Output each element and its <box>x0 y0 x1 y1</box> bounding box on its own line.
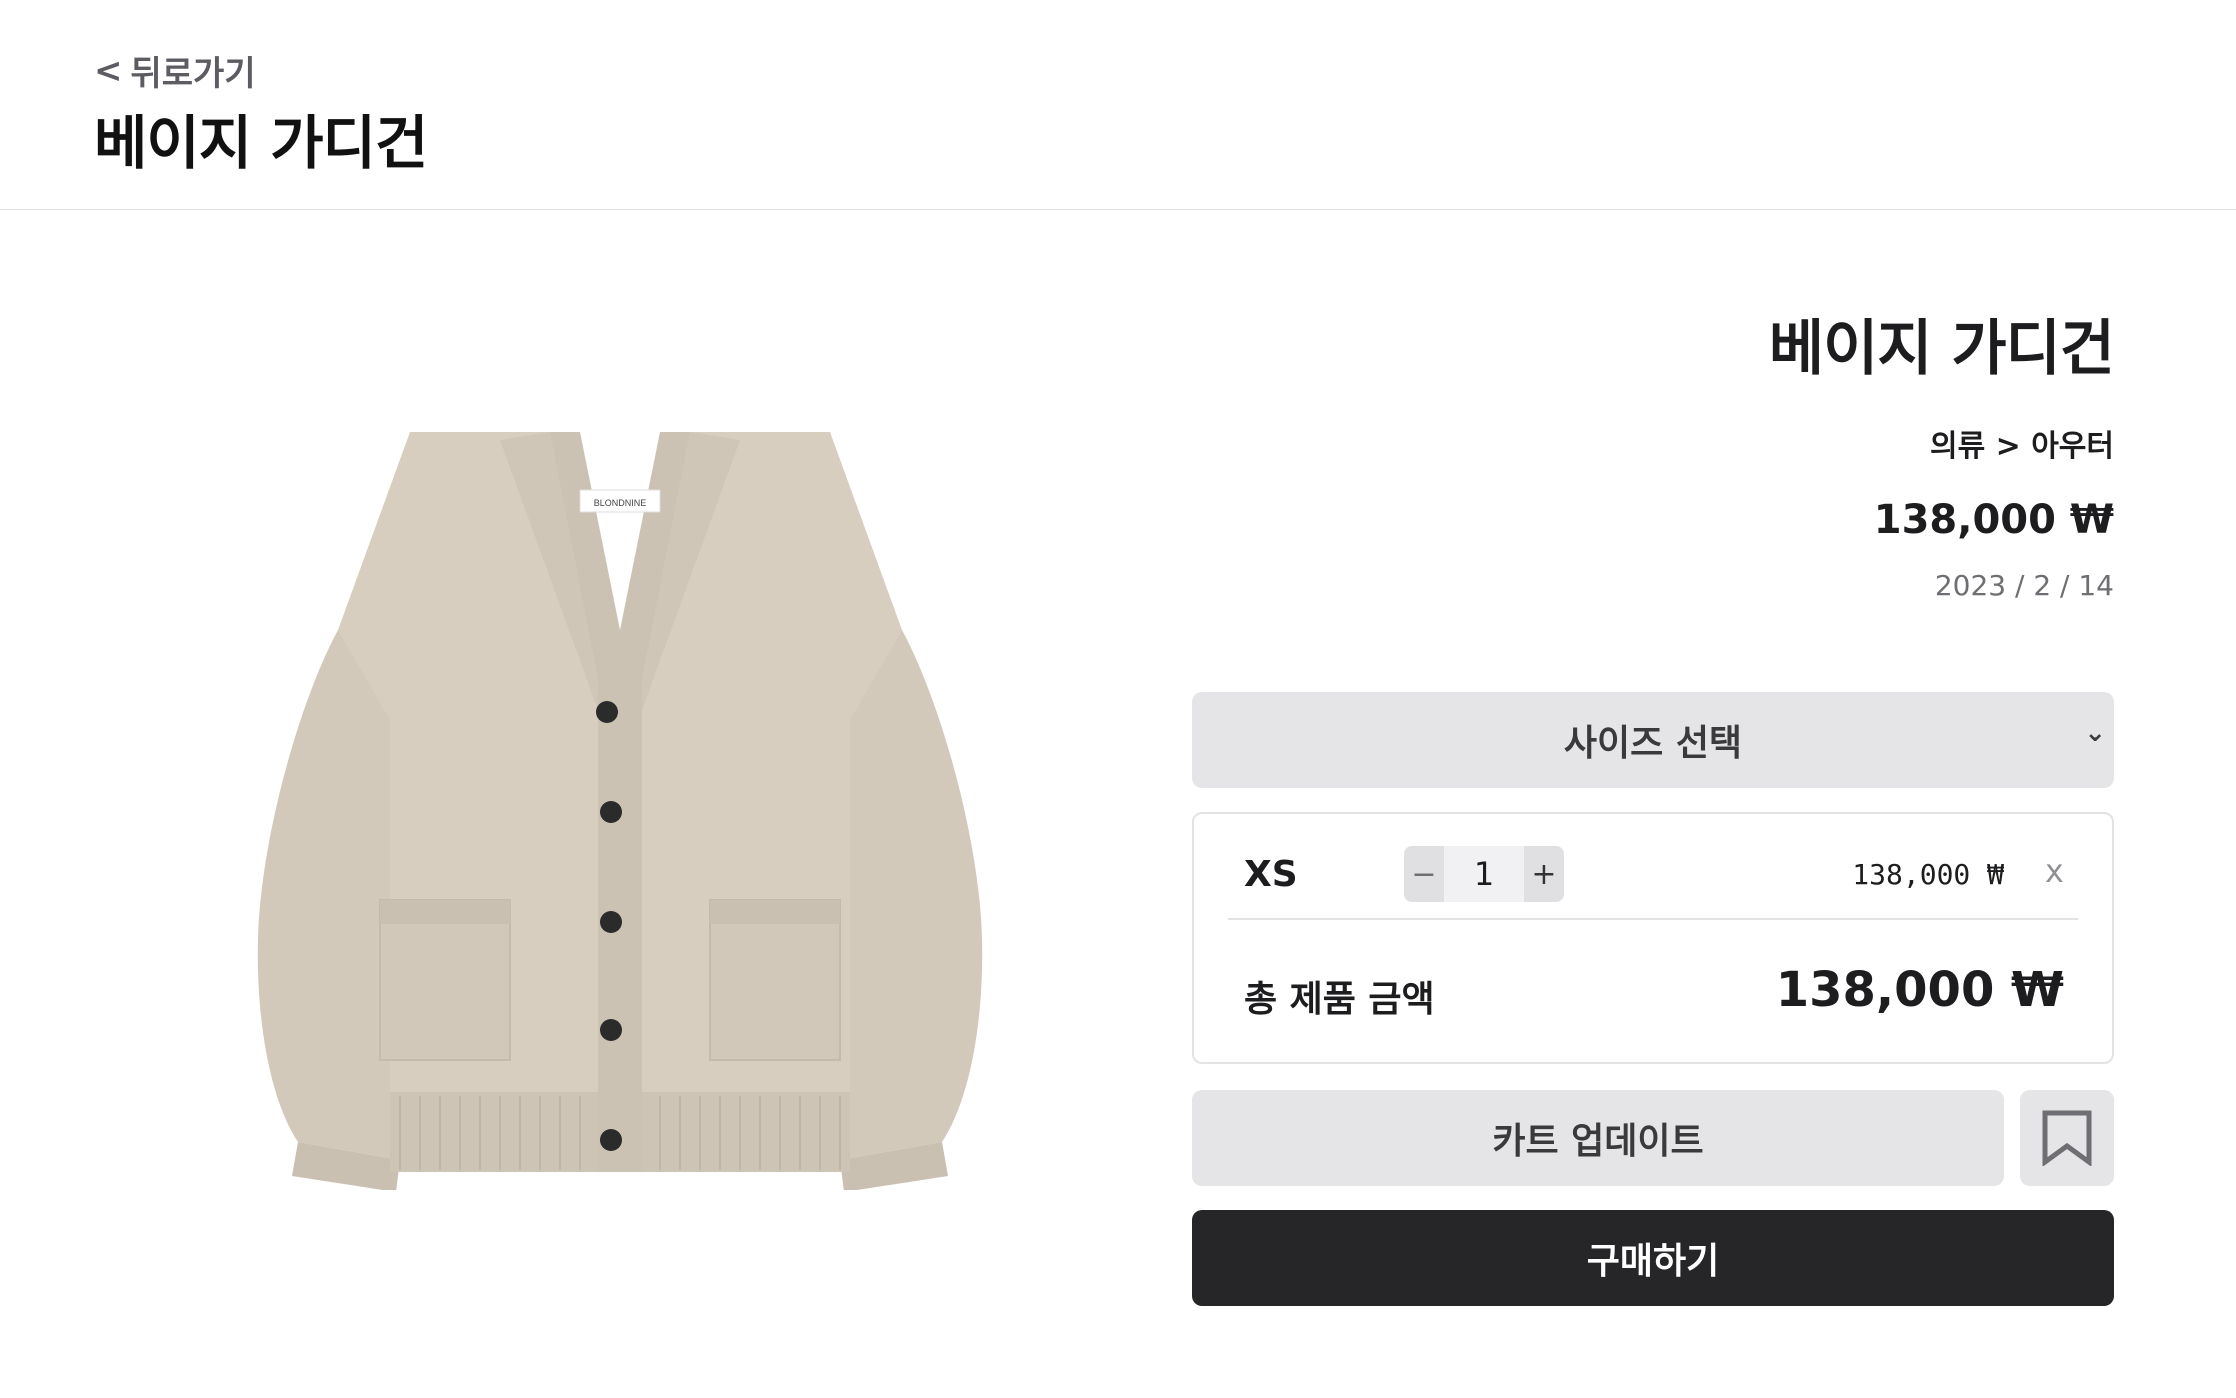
remove-option-button[interactable]: x <box>2045 852 2064 890</box>
back-label: 뒤로가기 <box>130 54 256 94</box>
cardigan-image: BLONDNINE <box>257 432 983 1192</box>
option-row: XS − 1 + 138,000 ₩ x <box>1194 814 2112 920</box>
option-price: 138,000 ₩ <box>1852 858 2004 891</box>
chevron-left-icon: < <box>94 50 123 91</box>
page-header: < 뒤로가기 베이지 가디건 <box>0 0 2236 210</box>
option-size: XS <box>1244 854 1298 895</box>
size-select-label: 사이즈 선택 <box>1563 723 1743 764</box>
cart-update-button[interactable]: 카트 업데이트 <box>1192 1090 2004 1186</box>
size-select[interactable]: 사이즈 선택 ⌄ <box>1192 692 2114 788</box>
buy-button[interactable]: 구매하기 <box>1192 1210 2114 1306</box>
quantity-stepper: − 1 + <box>1404 846 1564 902</box>
brand-label: BLONDNINE <box>594 498 647 508</box>
product-date: 2023 / 2 / 14 <box>1934 569 2114 602</box>
total-value: 138,000 ₩ <box>1775 962 2064 1018</box>
quantity-value[interactable]: 1 <box>1444 846 1524 902</box>
chevron-down-icon: ⌄ <box>2084 718 2106 748</box>
product-info: 베이지 가디건 의류 > 아우터 138,000 ₩ 2023 / 2 / 14 <box>1768 300 2115 602</box>
product-category: 의류 > 아우터 <box>1929 429 2114 464</box>
selected-option-box: XS − 1 + 138,000 ₩ x 총 제품 금액 138,000 ₩ <box>1192 812 2114 1064</box>
bookmark-icon <box>2042 1110 2092 1166</box>
page-title: 베이지 가디건 <box>94 109 428 177</box>
total-label: 총 제품 금액 <box>1244 979 1435 1020</box>
product-name: 베이지 가디건 <box>1768 314 2115 384</box>
product-image: BLONDNINE <box>250 420 990 1192</box>
increase-button[interactable]: + <box>1524 846 1564 902</box>
decrease-button[interactable]: − <box>1404 846 1444 902</box>
bookmark-button[interactable] <box>2020 1090 2114 1186</box>
divider <box>1228 918 2078 920</box>
back-link[interactable]: < 뒤로가기 <box>94 46 256 95</box>
product-price: 138,000 ₩ <box>1873 497 2114 543</box>
